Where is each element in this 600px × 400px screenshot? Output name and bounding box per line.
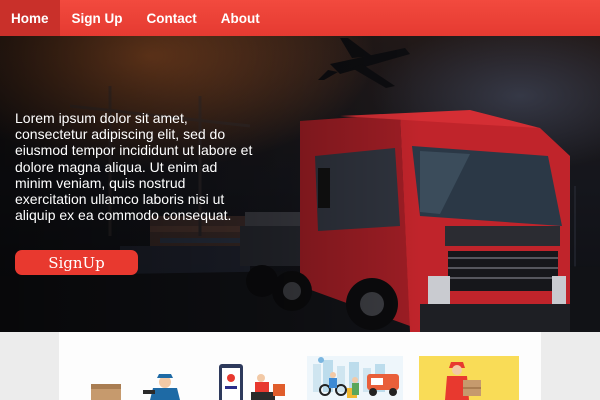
nav-about-link[interactable]: About — [209, 0, 272, 36]
services-strip — [59, 332, 541, 400]
nav-home-link[interactable]: Home — [0, 0, 60, 36]
service-courier-box-image — [419, 356, 519, 400]
service-box-delivery-image — [83, 356, 193, 400]
nav-signup-link[interactable]: Sign Up — [60, 0, 135, 36]
service-mobile-order-image — [211, 356, 301, 400]
nav-contact-link[interactable]: Contact — [135, 0, 209, 36]
hero-banner: Lorem ipsum dolor sit amet, consectetur … — [0, 36, 600, 332]
hero-description: Lorem ipsum dolor sit amet, consectetur … — [15, 110, 253, 224]
signup-button[interactable]: SignUp — [15, 250, 138, 275]
service-city-courier-image — [307, 356, 403, 400]
top-navbar: Home Sign Up Contact About — [0, 0, 600, 36]
